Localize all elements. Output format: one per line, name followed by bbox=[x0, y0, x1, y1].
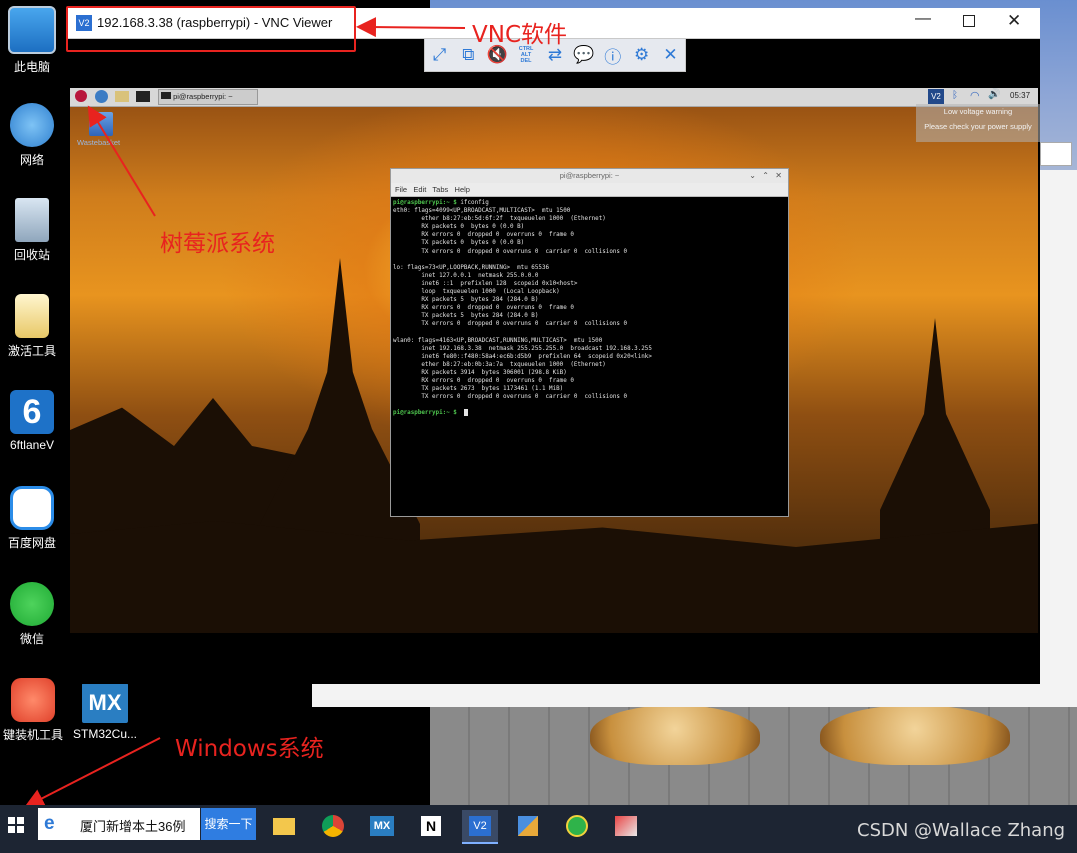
green-plus-icon bbox=[566, 815, 588, 837]
search-suggestion-text: 厦门新增本土36例 bbox=[80, 819, 186, 834]
notion-icon: N bbox=[421, 816, 441, 836]
search-box[interactable]: e 厦门新增本土36例 bbox=[38, 808, 200, 840]
taskbar-vnc-viewer[interactable]: V2 bbox=[462, 810, 498, 844]
taskbar-chrome[interactable] bbox=[317, 810, 349, 842]
snipping-icon bbox=[615, 816, 637, 836]
folder-icon bbox=[273, 817, 295, 835]
csdn-watermark: CSDN @Wallace Zhang bbox=[857, 820, 1066, 841]
taskbar-file-explorer[interactable] bbox=[268, 810, 300, 842]
taskbar-stm32cubemx[interactable]: MX bbox=[366, 810, 398, 842]
annotation-arrows bbox=[24, 17, 466, 808]
chrome-icon bbox=[322, 815, 344, 837]
taskbar-green-app[interactable] bbox=[561, 810, 593, 842]
vnc-icon: V2 bbox=[469, 816, 491, 836]
network-tool-icon bbox=[518, 816, 538, 836]
search-button[interactable]: 搜索一下 bbox=[201, 808, 256, 840]
start-button[interactable] bbox=[8, 817, 24, 833]
annotation-pi: 树莓派系统 bbox=[160, 231, 275, 257]
annotation-vnc: VNC软件 bbox=[472, 22, 567, 48]
taskbar-snipping-tool[interactable] bbox=[610, 810, 642, 842]
taskbar-notion[interactable]: N bbox=[415, 810, 447, 842]
ie-icon: e bbox=[44, 813, 55, 834]
taskbar-network-tool[interactable] bbox=[512, 810, 544, 842]
mx-icon: MX bbox=[370, 816, 394, 836]
annotation-windows: Windows系统 bbox=[175, 736, 324, 762]
